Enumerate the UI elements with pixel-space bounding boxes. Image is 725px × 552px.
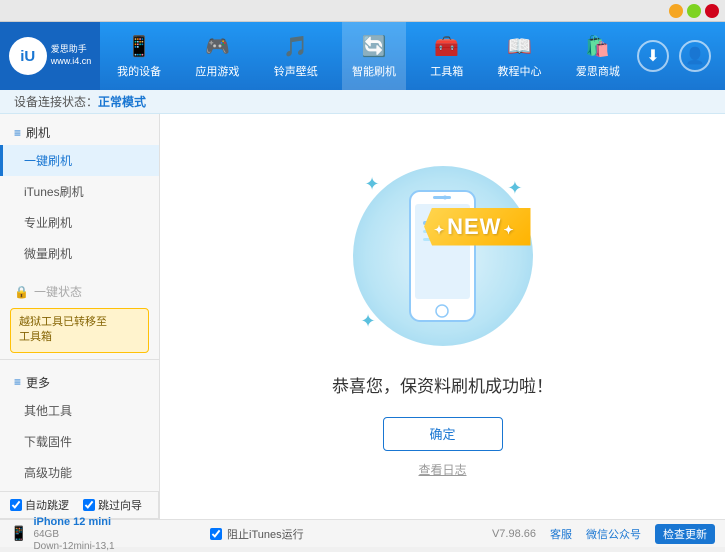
auto-jump-label[interactable]: 自动跳逻 <box>10 497 69 513</box>
nav-store[interactable]: 🛍️ 爱思商城 <box>566 22 630 90</box>
more-icon: ≡ <box>14 375 21 389</box>
device-model: Down-12mini-13,1 <box>33 541 114 552</box>
sidebar-item-other-tools[interactable]: 其他工具 <box>0 395 159 426</box>
logo-text: 爱思助手 www.i4.cn <box>51 44 92 67</box>
sidebar-item-pro-flash[interactable]: 专业刷机 <box>0 207 159 238</box>
section-more: ≡ 更多 <box>0 366 159 395</box>
sidebar-item-advanced[interactable]: 高级功能 <box>0 457 159 488</box>
nav-smart-flash[interactable]: 🔄 智能刷机 <box>342 22 406 90</box>
section-onekey-status: 🔒 一键状态 <box>0 273 159 304</box>
connection-status: 正常模式 <box>98 93 146 110</box>
wechat-link[interactable]: 微信公众号 <box>586 526 641 542</box>
toolbox-icon: 🧰 <box>434 34 459 59</box>
sidebar-divider <box>0 359 159 360</box>
skip-guide-label[interactable]: 跳过向导 <box>83 497 142 513</box>
phone-illustration: ✦ ✦ ✦ ✦NEW✦ <box>343 156 543 356</box>
nav-tutorial[interactable]: 📖 教程中心 <box>488 22 552 90</box>
download-button[interactable]: ⬇ <box>637 40 669 72</box>
success-text: 恭喜您，保资料刷机成功啦！ <box>332 372 553 397</box>
left-panel: ≡ 刷机 一键刷机 iTunes刷机 专业刷机 微量刷机 🔒 一键状态 越狱工具… <box>0 114 160 519</box>
nav-my-device[interactable]: 📱 我的设备 <box>107 22 171 90</box>
device-info: iPhone 12 mini 64GB Down-12mini-13,1 <box>33 516 114 552</box>
skip-guide-checkbox[interactable] <box>83 499 95 511</box>
sparkle-icon-3: ✦ <box>361 311 376 332</box>
ringtones-icon: 🎵 <box>283 34 308 59</box>
content-area: ✦ ✦ ✦ ✦NEW✦ <box>160 114 725 519</box>
sidebar-warning: 越狱工具已转移至 工具箱 <box>10 308 149 353</box>
stop-itunes-label: 阻止iTunes运行 <box>227 526 304 542</box>
status-right: V7.98.66 客服 微信公众号 检查更新 <box>492 524 715 544</box>
minimize-button[interactable] <box>669 4 683 18</box>
device-info-area: 📱 iPhone 12 mini 64GB Down-12mini-13,1 <box>10 516 210 552</box>
flash-icon: 🔄 <box>362 34 387 59</box>
maximize-button[interactable] <box>687 4 701 18</box>
store-icon: 🛍️ <box>585 34 610 59</box>
sparkle-icon-1: ✦ <box>365 174 380 195</box>
apps-icon: 🎮 <box>205 34 230 59</box>
sidebar-item-micro-flash[interactable]: 微量刷机 <box>0 238 159 269</box>
stop-itunes-area: 阻止iTunes运行 <box>210 526 304 542</box>
stop-itunes-checkbox[interactable] <box>210 528 222 540</box>
device-name: iPhone 12 mini <box>33 516 114 528</box>
device-phone-icon: 📱 <box>10 525 27 542</box>
sidebar-item-onekey-flash[interactable]: 一键刷机 <box>0 145 159 176</box>
status-bar: 📱 iPhone 12 mini 64GB Down-12mini-13,1 阻… <box>0 519 725 547</box>
header: iU 爱思助手 www.i4.cn 📱 我的设备 🎮 应用游戏 🎵 铃声壁纸 🔄… <box>0 22 725 90</box>
version-text: V7.98.66 <box>492 528 536 540</box>
auto-jump-checkbox[interactable] <box>10 499 22 511</box>
flash-section-icon: ≡ <box>14 126 21 140</box>
nav-toolbox[interactable]: 🧰 工具箱 <box>420 22 473 90</box>
device-icon: 📱 <box>127 34 152 59</box>
header-right: ⬇ 👤 <box>637 40 725 72</box>
confirm-button[interactable]: 确定 <box>383 417 503 451</box>
lock-icon: 🔒 <box>14 285 29 299</box>
main-area: ≡ 刷机 一键刷机 iTunes刷机 专业刷机 微量刷机 🔒 一键状态 越狱工具… <box>0 114 725 519</box>
sidebar: ≡ 刷机 一键刷机 iTunes刷机 专业刷机 微量刷机 🔒 一键状态 越狱工具… <box>0 114 160 491</box>
service-link[interactable]: 客服 <box>550 526 572 542</box>
nav-bar: 📱 我的设备 🎮 应用游戏 🎵 铃声壁纸 🔄 智能刷机 🧰 工具箱 📖 教程中心… <box>100 22 637 90</box>
logo-area: iU 爱思助手 www.i4.cn <box>0 22 100 90</box>
close-button[interactable] <box>705 4 719 18</box>
tutorial-icon: 📖 <box>507 34 532 59</box>
device-storage: 64GB <box>33 529 114 540</box>
jump-log-link[interactable]: 查看日志 <box>418 461 466 478</box>
update-button[interactable]: 检查更新 <box>655 524 715 544</box>
user-button[interactable]: 👤 <box>679 40 711 72</box>
sidebar-item-download-firmware[interactable]: 下载固件 <box>0 426 159 457</box>
nav-apps-games[interactable]: 🎮 应用游戏 <box>185 22 249 90</box>
sparkle-icon-2: ✦ <box>507 178 522 199</box>
new-banner: ✦NEW✦ <box>424 208 530 246</box>
sidebar-item-itunes-flash[interactable]: iTunes刷机 <box>0 176 159 207</box>
phone-svg <box>405 186 480 326</box>
device-status-bar: 设备连接状态： 正常模式 <box>0 90 725 114</box>
title-bar <box>0 0 725 22</box>
nav-ringtones[interactable]: 🎵 铃声壁纸 <box>264 22 328 90</box>
logo-icon: iU <box>9 37 47 75</box>
section-flash: ≡ 刷机 <box>0 114 159 145</box>
